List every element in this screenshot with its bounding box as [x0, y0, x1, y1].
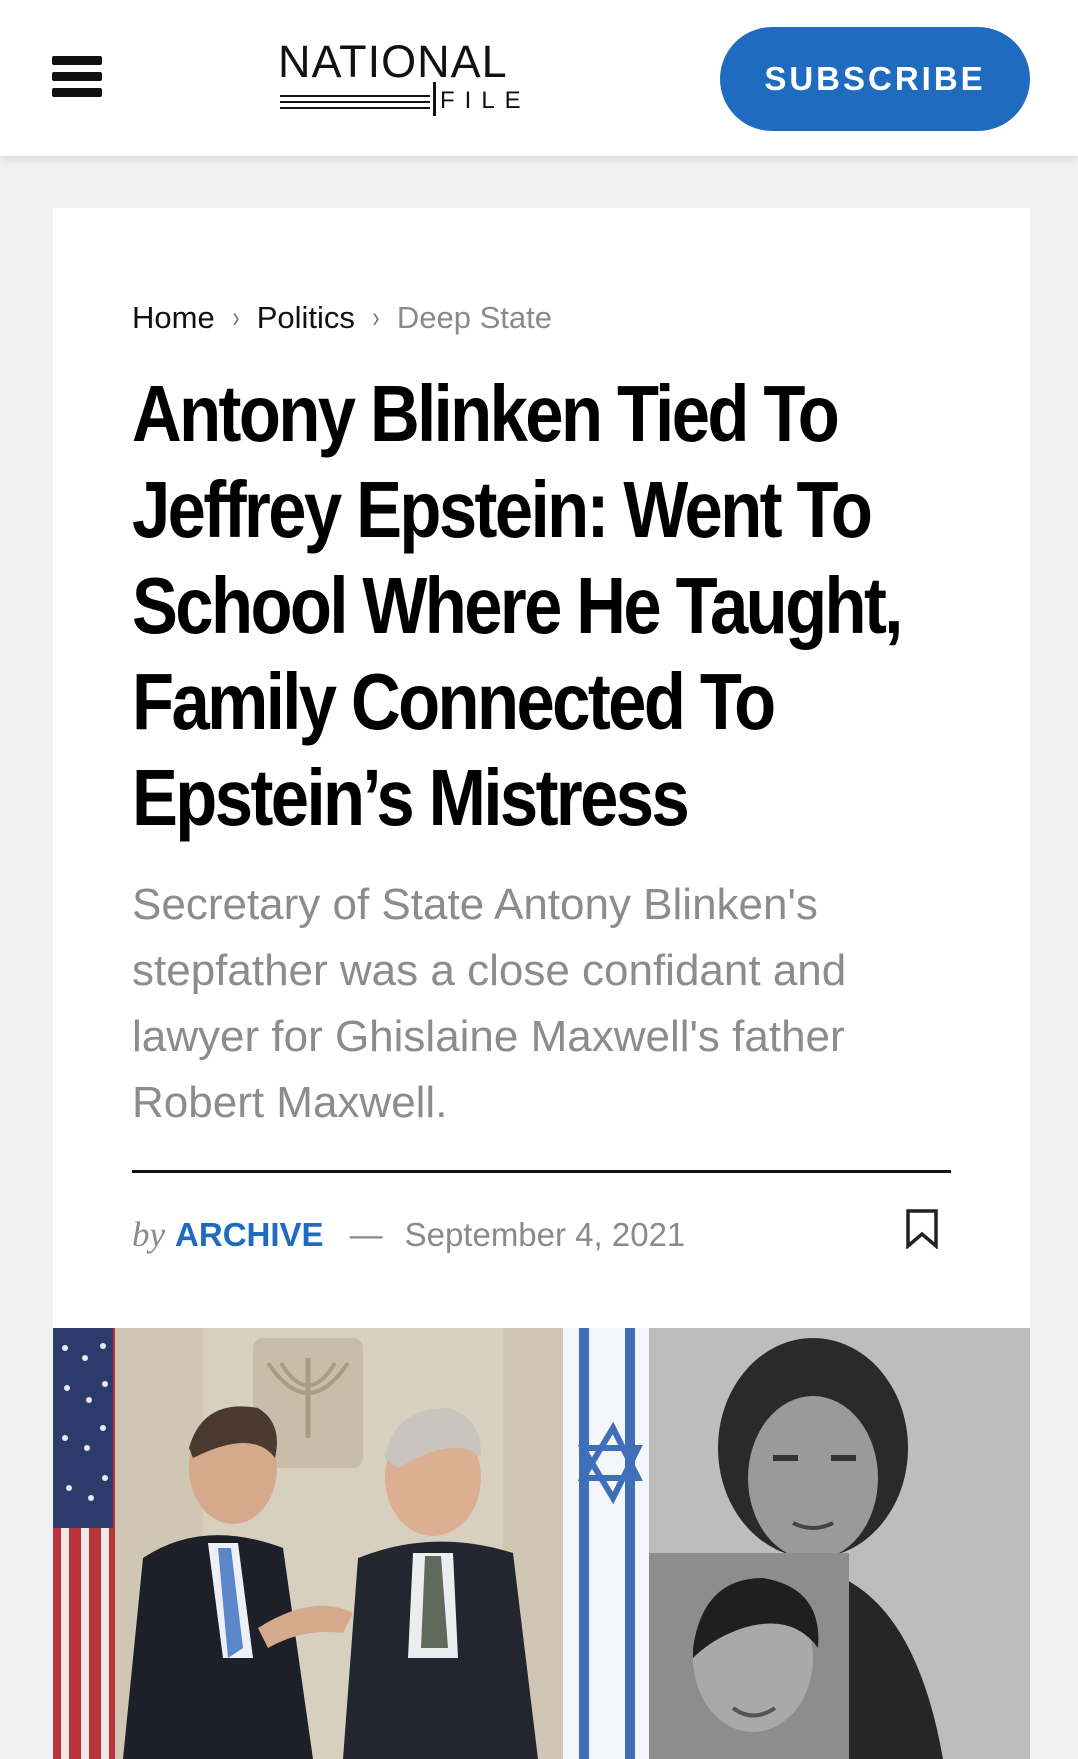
article-card: Home › Politics › Deep State Antony Blin…	[53, 208, 1030, 1759]
title-line: Jeffrey Epstein: Went To	[132, 465, 873, 554]
hamburger-menu-icon[interactable]	[52, 56, 102, 98]
author-link[interactable]: ARCHIVE	[175, 1216, 324, 1254]
logo-rules	[280, 92, 430, 112]
breadcrumb-home[interactable]: Home	[132, 300, 215, 336]
byline-separator: —	[349, 1216, 383, 1253]
excerpt-line: Secretary of State Antony Blinken's	[132, 880, 818, 929]
excerpt-line: lawyer for Ghislaine Maxwell's father	[132, 1012, 845, 1061]
publish-date: September 4, 2021	[404, 1216, 686, 1253]
site-logo[interactable]: NATIONAL FILE	[278, 38, 540, 118]
breadcrumb-current: Deep State	[396, 300, 553, 335]
menu-bar	[52, 56, 102, 65]
excerpt-line: Robert Maxwell.	[132, 1078, 448, 1127]
title-line: School Where He Taught,	[132, 561, 903, 650]
logo-wordmark-bottom: FILE	[440, 87, 531, 114]
bookmark-icon[interactable]	[905, 1209, 939, 1249]
article-title: Antony Blinken Tied To Jeffrey Epstein: …	[132, 366, 958, 846]
chevron-right-icon: ›	[232, 301, 240, 334]
featured-image-art	[53, 1328, 1030, 1759]
featured-image[interactable]	[53, 1328, 1030, 1759]
subscribe-button[interactable]: SUBSCRIBE	[720, 27, 1030, 131]
title-line: Antony Blinken Tied To	[132, 369, 840, 458]
article-excerpt: Secretary of State Antony Blinken's step…	[132, 872, 932, 1136]
logo-stem	[433, 82, 436, 116]
menu-bar	[52, 72, 102, 81]
excerpt-line: stepfather was a close confidant and	[132, 946, 847, 995]
breadcrumb: Home › Politics › Deep State	[132, 298, 552, 338]
menu-bar	[52, 88, 102, 97]
chevron-right-icon: ›	[372, 301, 380, 334]
divider	[132, 1170, 951, 1173]
by-label: by	[132, 1215, 166, 1254]
site-header: NATIONAL FILE SUBSCRIBE	[0, 0, 1078, 156]
title-line: Epstein’s Mistress	[132, 753, 690, 842]
title-line: Family Connected To	[132, 657, 776, 746]
logo-wordmark-top: NATIONAL	[278, 36, 508, 87]
byline: by ARCHIVE — September 4, 2021	[132, 1210, 685, 1260]
breadcrumb-politics[interactable]: Politics	[257, 300, 355, 336]
